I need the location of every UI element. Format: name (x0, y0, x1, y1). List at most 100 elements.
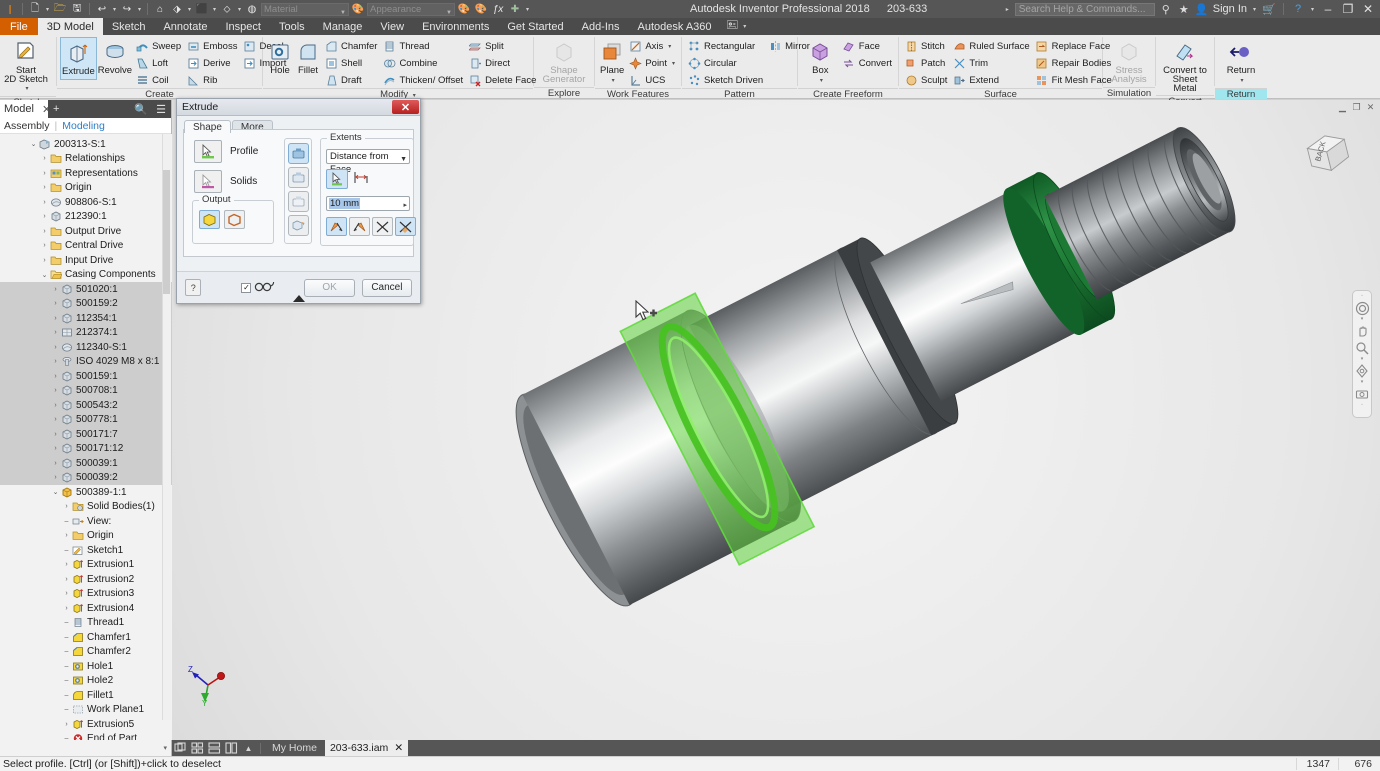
chevron-right-icon[interactable]: › (62, 503, 71, 510)
tile-icon[interactable] (173, 741, 188, 755)
chevron-right-icon[interactable]: › (62, 605, 71, 612)
tab-view[interactable]: View (371, 18, 413, 35)
help-signin-icon[interactable]: ⚲ (1159, 3, 1173, 16)
ok-button[interactable]: OK (304, 278, 355, 297)
nav-bottom-dot-icon[interactable]: ◦ (1361, 403, 1363, 408)
camera-icon[interactable] (1354, 386, 1370, 402)
stress-analysis-button[interactable]: Stress Analysis (1106, 37, 1152, 86)
tree-item[interactable]: › Origin (0, 529, 172, 544)
help-dropdown-icon[interactable]: ▾ (1309, 6, 1316, 13)
tree-item[interactable]: › Representations (0, 166, 172, 181)
add-tab-button[interactable]: + (53, 103, 59, 115)
chevron-right-icon[interactable]: › (40, 257, 49, 264)
window-close-button[interactable]: ✕ (1360, 2, 1376, 16)
shell-button[interactable]: Shell (322, 55, 380, 71)
sculpt-button[interactable]: Sculpt (902, 72, 950, 88)
tab-inspect[interactable]: Inspect (217, 18, 270, 35)
chevron-right-icon[interactable]: › (51, 474, 60, 481)
full-navigation-wheel-icon[interactable] (1354, 300, 1370, 316)
chevron-right-icon[interactable]: › (40, 170, 49, 177)
tab-get-started[interactable]: Get Started (498, 18, 572, 35)
chevron-right-icon[interactable]: › (51, 431, 60, 438)
material-swatch-icon[interactable]: 🎨 (350, 1, 366, 17)
horizontal-icon[interactable] (207, 741, 222, 755)
chevron-down-icon[interactable]: ▾ (25, 84, 28, 94)
plane-button[interactable]: Plane ▾ (598, 37, 626, 88)
parameters-icon[interactable]: ƒx (490, 1, 506, 17)
tree-item[interactable]: – View: (0, 514, 172, 529)
update-icon[interactable]: ⬛ (194, 1, 210, 17)
tab-shape[interactable]: Shape (184, 120, 231, 133)
thicken-offset-button[interactable]: Thicken/ Offset (380, 72, 466, 88)
direct-button[interactable]: Direct (466, 55, 539, 71)
draft-button[interactable]: Draft (322, 72, 380, 88)
chevron-right-icon[interactable]: › (62, 721, 71, 728)
tree-item[interactable]: – Work Plane1 (0, 703, 172, 718)
point-button[interactable]: Point ▾ (626, 55, 678, 71)
direction-symmetric-icon[interactable] (372, 217, 393, 236)
chevron-right-icon[interactable]: › (51, 300, 60, 307)
plus-icon[interactable]: ✚ (507, 1, 523, 17)
tab-autodesk-a360[interactable]: Autodesk A360 (629, 18, 721, 35)
face-select-icon[interactable] (326, 169, 348, 189)
new-solid-icon[interactable] (288, 215, 309, 236)
sign-in-button[interactable]: Sign In (1213, 3, 1247, 15)
new-file-icon[interactable]: 🗋 (27, 1, 43, 17)
direction-asymmetric-icon[interactable] (395, 217, 416, 236)
tree-item[interactable]: › Central Drive (0, 239, 172, 254)
surface-output-icon[interactable] (224, 210, 245, 229)
undo-icon[interactable]: ↩ (94, 1, 110, 17)
zoom-dropdown-icon[interactable]: ▾ (1361, 357, 1364, 362)
coil-button[interactable]: Coil (133, 72, 184, 88)
search-icon[interactable]: 🔍 (134, 103, 148, 116)
tree-item[interactable]: › Extrusion5 (0, 717, 172, 732)
tree-item[interactable]: – End of Part (0, 732, 172, 740)
axis-button[interactable]: Axis ▾ (626, 38, 678, 54)
tab-tools[interactable]: Tools (270, 18, 314, 35)
chevron-down-icon[interactable]: ⌄ (40, 271, 49, 279)
hamburger-icon[interactable]: ☰ (156, 103, 166, 116)
spinner-icon[interactable]: ▸ (403, 199, 407, 212)
tree-item[interactable]: › Solid Bodies(1) (0, 500, 172, 515)
sweep-button[interactable]: Sweep (133, 38, 184, 54)
tree-item[interactable]: – Fillet1 (0, 688, 172, 703)
solid-output-icon[interactable] (199, 210, 220, 229)
shape-generator-button[interactable]: Shape Generator (541, 37, 587, 86)
chevron-right-icon[interactable]: › (40, 184, 49, 191)
appearance-dropdown[interactable]: Appearance ▼ (367, 2, 455, 16)
sketch-driven-pattern-button[interactable]: Sketch Driven (685, 72, 766, 88)
tree-item[interactable]: › Input Drive (0, 253, 172, 268)
trim-button[interactable]: Trim (950, 55, 1032, 71)
extents-type-dropdown[interactable]: Distance from Face ▼ (326, 149, 410, 175)
select-dropdown-icon[interactable]: ▾ (236, 6, 243, 13)
redo-dropdown-icon[interactable]: ▾ (136, 6, 143, 13)
extrude-button[interactable]: Extrude (60, 37, 97, 80)
tree-item[interactable]: › 500708:1 (0, 383, 172, 398)
tree-item[interactable]: › 500543:2 (0, 398, 172, 413)
adjust-appearance-icon[interactable]: 🎨 (456, 1, 472, 17)
convert-to-sheet-metal-button[interactable]: Convert to Sheet Metal (1162, 37, 1208, 95)
chevron-right-icon[interactable]: › (51, 329, 60, 336)
model-tree[interactable]: ⌄ 200313-S:1 › Relationships › Representation… (0, 134, 172, 740)
return-button[interactable]: Return ▾ (1218, 37, 1264, 88)
wheel-dropdown-icon[interactable]: ▾ (1361, 317, 1364, 322)
tree-item[interactable]: › 500039:1 (0, 456, 172, 471)
box-freeform-button[interactable]: Box ▾ (801, 37, 840, 88)
undo-dropdown-icon[interactable]: ▾ (111, 6, 118, 13)
tree-item[interactable]: › 500778:1 (0, 412, 172, 427)
tree-item[interactable]: › 500159:2 (0, 296, 172, 311)
distance-input[interactable]: 10 mm ▸ (326, 196, 410, 211)
circular-pattern-button[interactable]: Circular (685, 55, 766, 71)
dialog-resize-grip[interactable] (292, 295, 305, 302)
view-cube[interactable]: BACK (1296, 128, 1358, 189)
nav-top-dot-icon[interactable]: ◦ (1361, 294, 1363, 299)
tab-modeling[interactable]: Modeling (62, 120, 105, 132)
chevron-down-icon[interactable]: ▾ (612, 76, 615, 86)
split-button[interactable]: Split (466, 38, 539, 54)
tree-item[interactable]: › 112354:1 (0, 311, 172, 326)
tree-item[interactable]: › 500039:2 (0, 470, 172, 485)
combine-button[interactable]: Combine (380, 55, 466, 71)
tree-item[interactable]: ⌄ Casing Components (0, 268, 172, 283)
tree-item[interactable]: › Extrusion2 (0, 572, 172, 587)
account-dropdown-icon[interactable]: ▾ (1251, 6, 1258, 13)
